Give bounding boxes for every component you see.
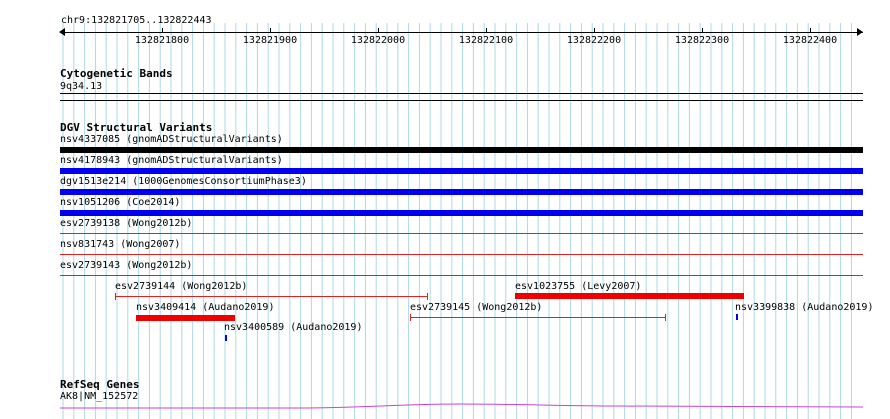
dgv-feature-label[interactable]: esv1023755 (Levy2007)	[515, 281, 641, 292]
dgv-feature-bar[interactable]	[60, 254, 863, 255]
ruler-tick-label: 132822200	[566, 35, 622, 46]
dgv-feature-bar[interactable]	[225, 335, 227, 341]
dgv-feature-label[interactable]: esv2739145 (Wong2012b)	[410, 302, 542, 313]
dgv-feature-label[interactable]: nsv4337085 (gnomADStructuralVariants)	[60, 134, 283, 145]
refseq-gene-curve[interactable]	[60, 400, 863, 410]
dgv-feature-bar[interactable]	[60, 189, 863, 195]
ruler-tick-label: 132821800	[134, 35, 190, 46]
dgv-feature-label[interactable]: nsv4178943 (gnomADStructuralVariants)	[60, 155, 283, 166]
ruler-tick-mark	[702, 28, 703, 33]
ruler-tick-mark	[270, 28, 271, 33]
dgv-feature-bar[interactable]	[60, 275, 863, 276]
dgv-feature-bar[interactable]	[60, 168, 863, 174]
dgv-feature-bar-start	[410, 314, 411, 321]
ruler-tick-label: 132822300	[674, 35, 730, 46]
dgv-feature-label[interactable]: nsv3400589 (Audano2019)	[224, 322, 362, 333]
ruler-tick-label: 132822400	[782, 35, 838, 46]
ruler-right-arrow-icon	[857, 28, 863, 36]
dgv-feature-label[interactable]: esv2739144 (Wong2012b)	[115, 281, 247, 292]
dgv-feature-bar[interactable]	[115, 296, 428, 297]
ruler-tick-mark	[594, 28, 595, 33]
dgv-feature-bar-end	[665, 314, 666, 321]
cytoband-label: 9q34.13	[60, 81, 103, 92]
refseq-track-title: RefSeq Genes	[60, 378, 140, 391]
dgv-feature-label[interactable]: dgv1513e214 (1000GenomesConsortiumPhase3…	[60, 176, 307, 187]
ruler-tick-mark	[162, 28, 163, 33]
cytoband-bar-top	[60, 93, 863, 94]
ruler-tick-mark	[486, 28, 487, 33]
ruler-tick-label: 132822000	[350, 35, 406, 46]
ruler-tick-mark	[378, 28, 379, 33]
dgv-feature-bar-start	[115, 293, 116, 300]
dgv-feature-bar-end	[427, 293, 428, 300]
ruler-tick-label: 132821900	[242, 35, 298, 46]
dgv-track-title: DGV Structural Variants	[60, 121, 213, 134]
cytoband-track-title: Cytogenetic Bands	[60, 67, 173, 80]
locus-label: chr9:132821705..132822443	[61, 15, 212, 26]
ruler-line	[60, 32, 863, 33]
track-separator	[60, 100, 863, 101]
ruler-tick-label: 132822100	[458, 35, 514, 46]
dgv-feature-bar[interactable]	[515, 293, 744, 299]
ruler-left-arrow-icon	[59, 28, 65, 36]
dgv-feature-label[interactable]: nsv831743 (Wong2007)	[60, 239, 180, 250]
ruler-tick-mark	[810, 28, 811, 33]
dgv-feature-label[interactable]: nsv1051206 (Coe2014)	[60, 197, 180, 208]
dgv-feature-bar[interactable]	[410, 317, 666, 318]
dgv-feature-bar[interactable]	[60, 210, 863, 216]
dgv-feature-bar[interactable]	[60, 147, 863, 153]
dgv-feature-label[interactable]: nsv3409414 (Audano2019)	[136, 302, 274, 313]
genome-browser-view[interactable]: chr9:132821705..132822443 132821800 13282…	[0, 0, 890, 419]
dgv-feature-label[interactable]: esv2739143 (Wong2012b)	[60, 260, 192, 271]
dgv-feature-bar[interactable]	[136, 315, 235, 321]
dgv-feature-bar[interactable]	[736, 314, 738, 320]
dgv-feature-label[interactable]: esv2739138 (Wong2012b)	[60, 218, 192, 229]
dgv-feature-label[interactable]: nsv3399838 (Audano2019)	[735, 302, 873, 313]
dgv-feature-bar[interactable]	[60, 233, 863, 234]
